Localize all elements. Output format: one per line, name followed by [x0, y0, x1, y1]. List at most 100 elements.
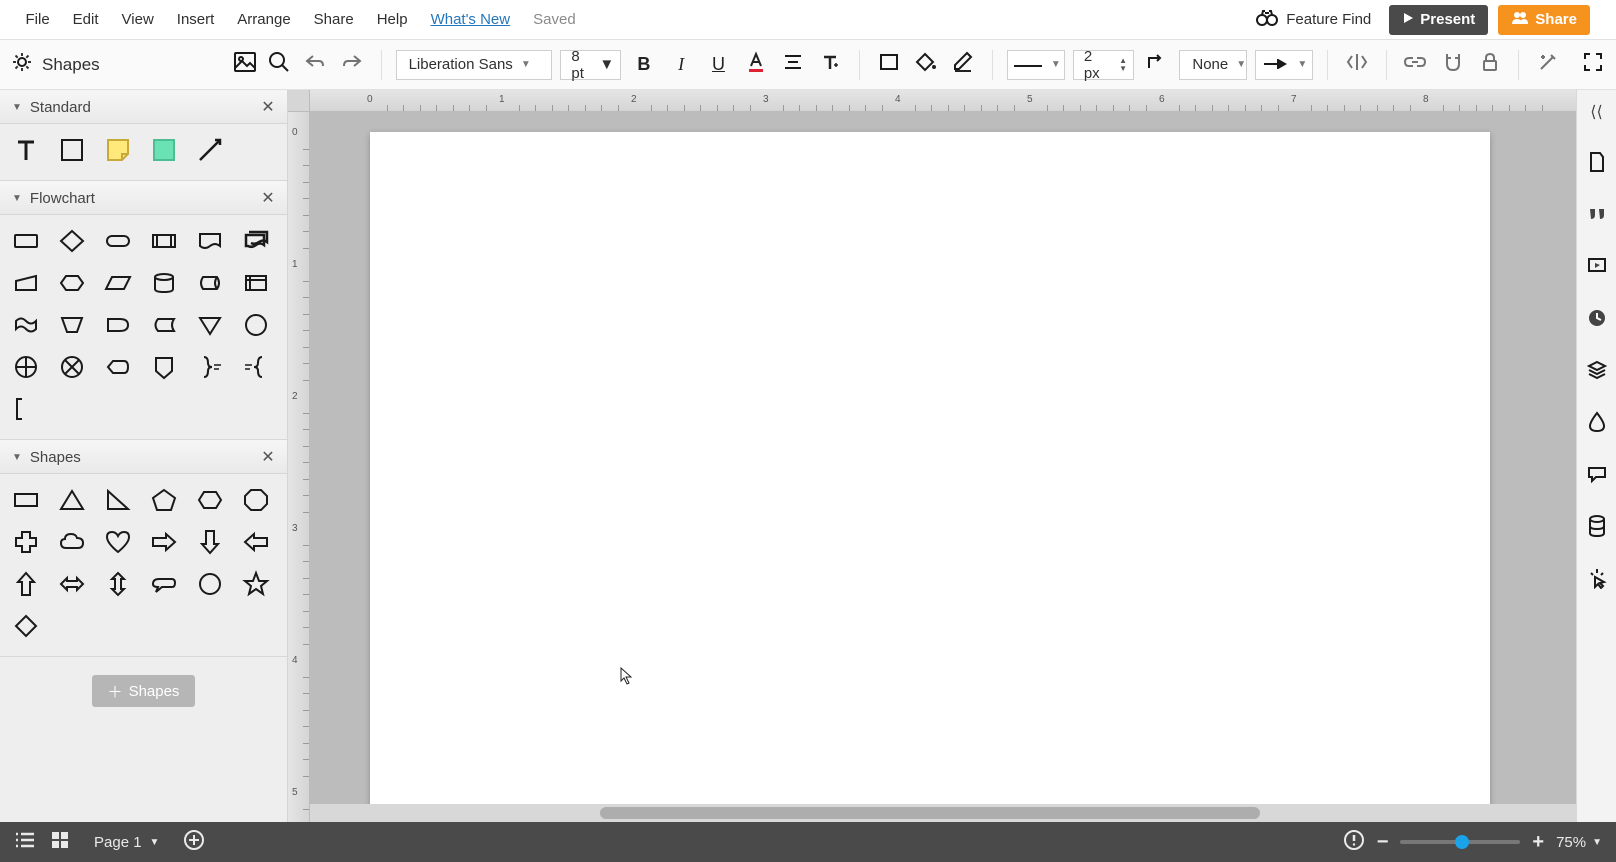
flip-button[interactable] — [1342, 50, 1371, 80]
shape-arrow-double-h[interactable] — [56, 568, 88, 600]
shape-pentagon[interactable] — [148, 484, 180, 516]
zoom-dropdown[interactable]: 75% ▼ — [1556, 834, 1602, 851]
shape-manual-input[interactable] — [10, 267, 42, 299]
text-color-button[interactable] — [741, 50, 770, 80]
shape-display[interactable] — [102, 351, 134, 383]
present-button[interactable]: Present — [1389, 5, 1488, 35]
border-color-button[interactable] — [949, 50, 978, 80]
panel-header-standard[interactable]: ▼ Standard ✕ — [0, 90, 287, 124]
line-start-dropdown[interactable]: None ▼ — [1179, 50, 1247, 80]
shape-hotspot[interactable] — [148, 134, 180, 166]
rail-comments-button[interactable] — [1583, 202, 1611, 230]
shape-circle[interactable] — [194, 568, 226, 600]
redo-button[interactable] — [337, 50, 366, 80]
shape-decision[interactable] — [56, 225, 88, 257]
underline-button[interactable]: U — [704, 50, 733, 80]
fullscreen-button[interactable] — [1579, 50, 1608, 80]
shape-arrow-down[interactable] — [194, 526, 226, 558]
ruler-horizontal[interactable]: 012345678 — [310, 90, 1576, 112]
rail-actions-button[interactable] — [1583, 566, 1611, 594]
close-panel-button[interactable]: ✕ — [257, 187, 279, 209]
shape-database[interactable] — [148, 267, 180, 299]
rail-present-button[interactable] — [1583, 254, 1611, 282]
shape-note[interactable] — [10, 393, 42, 425]
shape-rectangle[interactable] — [10, 484, 42, 516]
line-routing-button[interactable] — [1142, 50, 1171, 80]
rail-history-button[interactable] — [1583, 306, 1611, 334]
menu-arrange[interactable]: Arrange — [226, 2, 302, 37]
shape-process[interactable] — [10, 225, 42, 257]
shape-predefined[interactable] — [148, 225, 180, 257]
close-panel-button[interactable]: ✕ — [257, 96, 279, 118]
zoom-slider[interactable] — [1400, 840, 1520, 844]
magnet-button[interactable] — [1438, 50, 1467, 80]
alert-button[interactable] — [1343, 829, 1365, 856]
canvas-viewport[interactable] — [310, 112, 1576, 804]
rail-theme-button[interactable] — [1583, 410, 1611, 438]
shape-sticky-note[interactable] — [102, 134, 134, 166]
page-list-button[interactable] — [14, 831, 36, 854]
panel-header-flowchart[interactable]: ▼ Flowchart ✕ — [0, 181, 287, 215]
shape-arrow-double-v[interactable] — [102, 568, 134, 600]
page-tab[interactable]: Page 1 ▼ — [84, 834, 169, 851]
italic-button[interactable]: I — [667, 50, 696, 80]
font-family-dropdown[interactable]: Liberation Sans ▼ — [396, 50, 553, 80]
add-page-button[interactable] — [183, 829, 205, 856]
shape-summing[interactable] — [56, 351, 88, 383]
zoom-in-button[interactable]: + — [1532, 831, 1544, 854]
shape-cross[interactable] — [10, 526, 42, 558]
shape-octagon[interactable] — [240, 484, 272, 516]
shape-offpage[interactable] — [148, 351, 180, 383]
magic-wand-button[interactable] — [1533, 50, 1562, 80]
shape-arrow-right[interactable] — [148, 526, 180, 558]
bold-button[interactable]: B — [629, 50, 658, 80]
text-box-button[interactable] — [816, 50, 845, 80]
menu-whats-new[interactable]: What's New — [419, 2, 522, 37]
zoom-out-button[interactable]: − — [1377, 831, 1389, 854]
shape-stored-data[interactable] — [148, 309, 180, 341]
line-width-input[interactable]: 2 px ▲▼ — [1073, 50, 1134, 80]
shape-or[interactable] — [10, 351, 42, 383]
menu-edit[interactable]: Edit — [61, 2, 110, 37]
shape-connector[interactable] — [240, 309, 272, 341]
zoom-slider-knob[interactable] — [1455, 835, 1469, 849]
shape-manual-op[interactable] — [56, 309, 88, 341]
shape-diamond-s[interactable] — [10, 610, 42, 642]
shape-multidoc[interactable] — [240, 225, 272, 257]
lock-button[interactable] — [1475, 50, 1504, 80]
rail-page-button[interactable] — [1583, 150, 1611, 178]
shapes-settings-button[interactable] — [8, 51, 36, 79]
find-shapes-button[interactable] — [262, 48, 296, 82]
canvas-page[interactable] — [370, 132, 1490, 804]
shape-arrow-left[interactable] — [240, 526, 272, 558]
shape-block[interactable] — [56, 134, 88, 166]
shape-preparation[interactable] — [56, 267, 88, 299]
rail-chat-button[interactable] — [1583, 462, 1611, 490]
shape-arrow-up[interactable] — [10, 568, 42, 600]
shape-brace-note-l[interactable] — [240, 351, 272, 383]
link-button[interactable] — [1401, 50, 1430, 80]
feature-find-button[interactable]: Feature Find — [1256, 9, 1371, 31]
shape-document[interactable] — [194, 225, 226, 257]
panel-header-shapes[interactable]: ▼ Shapes ✕ — [0, 440, 287, 474]
shape-terminator[interactable] — [102, 225, 134, 257]
insert-image-button[interactable] — [228, 48, 262, 82]
stepper-icon[interactable]: ▲▼ — [1119, 57, 1127, 73]
shape-paper-tape[interactable] — [10, 309, 42, 341]
share-button[interactable]: Share — [1498, 5, 1590, 35]
shape-star[interactable] — [240, 568, 272, 600]
shape-right-triangle[interactable] — [102, 484, 134, 516]
scrollbar-thumb[interactable] — [600, 807, 1260, 819]
fill-bucket-button[interactable] — [911, 50, 940, 80]
shape-hexagon[interactable] — [194, 484, 226, 516]
shape-brace-note-r[interactable] — [194, 351, 226, 383]
shape-cloud[interactable] — [56, 526, 88, 558]
rail-layers-button[interactable] — [1583, 358, 1611, 386]
rail-data-button[interactable] — [1583, 514, 1611, 542]
font-size-input[interactable]: 8 pt ▼ — [560, 50, 621, 80]
shape-text[interactable] — [10, 134, 42, 166]
menu-file[interactable]: File — [14, 2, 61, 37]
shape-internal-storage[interactable] — [240, 267, 272, 299]
text-align-button[interactable] — [778, 50, 807, 80]
shape-heart[interactable] — [102, 526, 134, 558]
